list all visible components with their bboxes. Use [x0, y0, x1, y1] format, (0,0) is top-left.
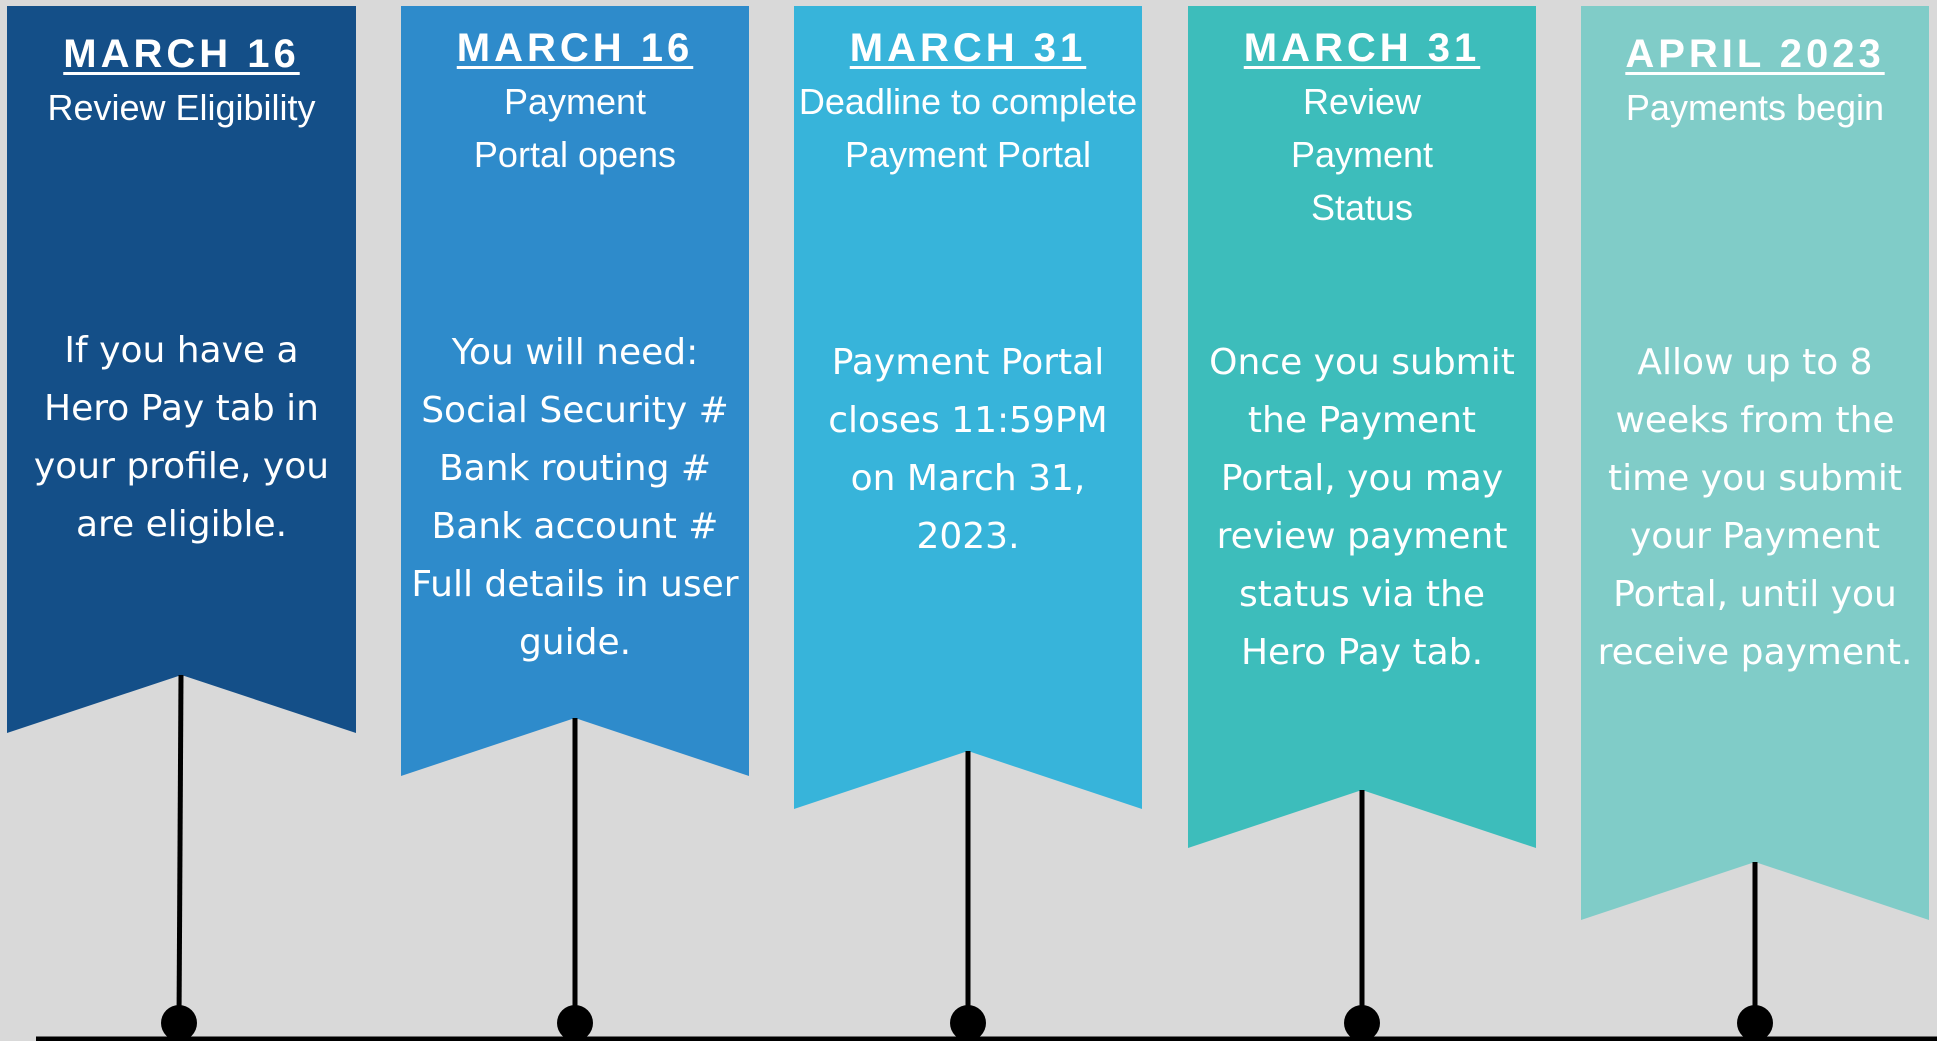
milestone-5-title: Payments begin	[1625, 87, 1885, 128]
milestone-5-description: Allow up to 8 weeks from the time you su…	[1597, 342, 1913, 673]
milestone-2: MARCH 16 Payment Portal opens You will n…	[401, 26, 749, 663]
milestone-1-marker	[161, 1005, 197, 1041]
milestone-4-title: Review Payment Status	[1290, 81, 1434, 228]
milestone-3-description: Payment Portal closes 11:59PM on March 3…	[828, 342, 1108, 557]
milestone-2-date: MARCH 16	[456, 26, 694, 70]
milestone-1-description: If you have a Hero Pay tab in your profi…	[33, 330, 330, 545]
timeline-infographic: MARCH 16 Review Eligibility If you have …	[0, 0, 1937, 1041]
milestone-4-description: Once you submit the Payment Portal, you …	[1209, 342, 1515, 673]
milestone-5-marker	[1737, 1005, 1773, 1041]
milestone-2-description: You will need: Social Security # Bank ro…	[411, 332, 739, 663]
milestone-1-date: MARCH 16	[63, 32, 300, 76]
milestone-3-date: MARCH 31	[849, 26, 1087, 70]
milestone-3-marker	[950, 1005, 986, 1041]
milestone-5: APRIL 2023 Payments begin Allow up to 8 …	[1581, 32, 1929, 673]
milestone-3: MARCH 31 Deadline to complete Payment Po…	[794, 26, 1142, 557]
milestone-1-title: Review Eligibility	[47, 87, 316, 128]
milestone-2-title: Payment Portal opens	[473, 81, 677, 175]
milestone-3-title: Deadline to complete Payment Portal	[798, 81, 1138, 175]
milestone-2-marker	[557, 1005, 593, 1041]
milestone-4-marker	[1344, 1005, 1380, 1041]
milestone-1-connector	[176, 674, 184, 1024]
milestone-4-date: MARCH 31	[1243, 26, 1481, 70]
milestone-1: MARCH 16 Review Eligibility If you have …	[7, 32, 356, 545]
milestone-5-date: APRIL 2023	[1625, 32, 1885, 76]
milestone-4: MARCH 31 Review Payment Status Once you …	[1188, 26, 1536, 673]
